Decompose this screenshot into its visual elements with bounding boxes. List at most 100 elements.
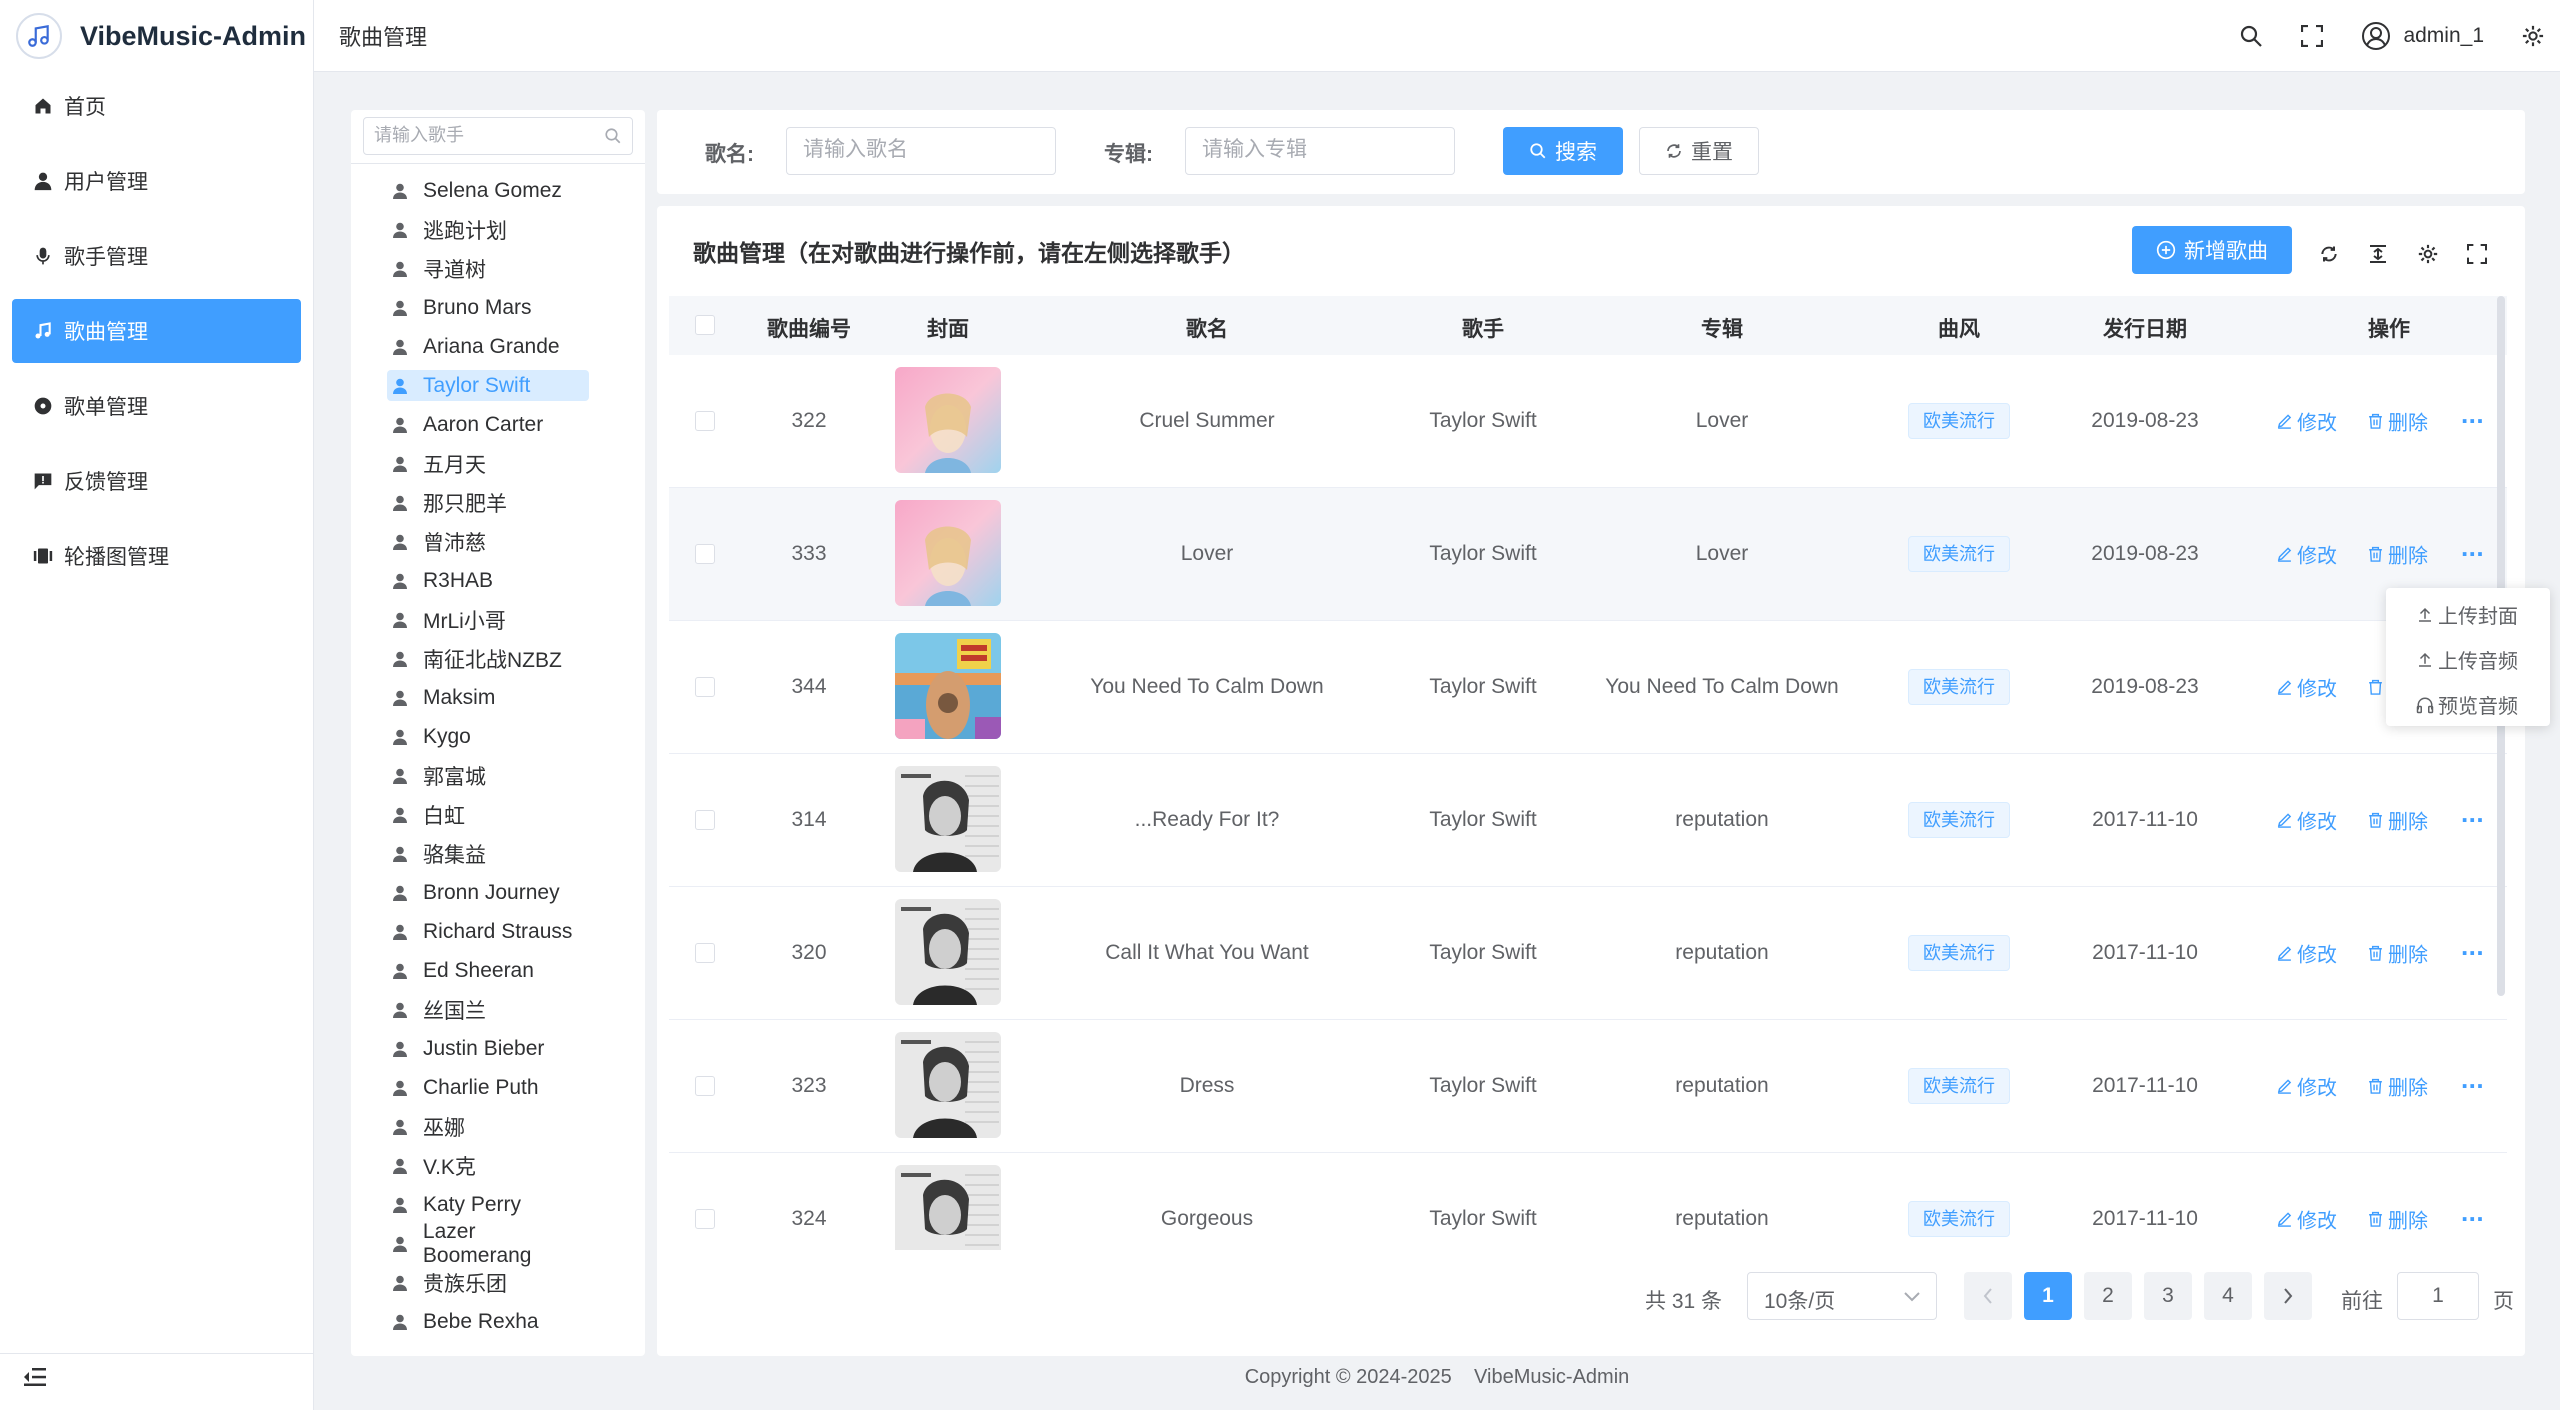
singer-item[interactable]: Justin Bieber	[387, 1029, 589, 1068]
edit-button[interactable]: 修改	[2276, 673, 2337, 702]
singer-item[interactable]: Taylor Swift	[387, 370, 589, 401]
table-row[interactable]: 314 ...Ready For It? Taylor Swift reputatio…	[669, 754, 2507, 887]
next-page-button[interactable]	[2264, 1272, 2312, 1320]
table-row[interactable]: 323 Dress Taylor Swift reputation 欧美流行 2017-1…	[669, 1020, 2507, 1153]
singer-search-box[interactable]	[363, 117, 633, 155]
search-icon[interactable]	[2239, 24, 2263, 48]
avatar-icon[interactable]	[2361, 21, 2391, 51]
singer-item[interactable]: Ariana Grande	[387, 327, 589, 366]
singer-item[interactable]: 寻道树	[387, 249, 589, 288]
edit-button[interactable]: 修改	[2276, 806, 2337, 835]
singer-item[interactable]: 郭富城	[387, 756, 589, 795]
column-header[interactable]: 专辑	[1701, 313, 1743, 343]
singer-item[interactable]: Selena Gomez	[387, 171, 589, 210]
table-row[interactable]: 344 You Need To Calm Down Taylor Swift You …	[669, 621, 2507, 754]
edit-button[interactable]: 修改	[2276, 407, 2337, 436]
song-name-input[interactable]	[803, 128, 1043, 172]
search-icon[interactable]	[604, 127, 622, 151]
singer-item[interactable]: MrLi小哥	[387, 600, 589, 639]
fullscreen-icon[interactable]	[2301, 25, 2324, 47]
more-actions-icon[interactable]: ···	[2461, 539, 2485, 570]
singer-item[interactable]: Charlie Puth	[387, 1068, 589, 1107]
search-button[interactable]: 搜索	[1503, 127, 1623, 175]
row-checkbox[interactable]	[695, 411, 715, 431]
singer-item[interactable]: Lazer Boomerang	[387, 1220, 589, 1267]
page-size-select[interactable]: 10条/页	[1747, 1272, 1937, 1320]
row-checkbox[interactable]	[695, 1076, 715, 1096]
singer-item[interactable]: 曾沛慈	[387, 522, 589, 561]
singer-item[interactable]: 骆集益	[387, 834, 589, 873]
singer-item[interactable]: V.K克	[387, 1146, 589, 1185]
table-row[interactable]: 322 Cruel Summer Taylor Swift Lover 欧美流行 2019…	[669, 355, 2507, 488]
singer-search-input[interactable]	[374, 118, 594, 152]
delete-button[interactable]: 删除	[2367, 1205, 2428, 1234]
row-checkbox[interactable]	[695, 544, 715, 564]
more-actions-icon[interactable]: ···	[2461, 406, 2485, 437]
refresh-icon[interactable]	[2314, 239, 2344, 269]
add-song-button[interactable]: 新增歌曲	[2132, 226, 2292, 274]
username[interactable]: admin_1	[2403, 24, 2484, 48]
column-header[interactable]: 操作	[2368, 313, 2410, 343]
upload-audio-item[interactable]: 上传音频	[2386, 637, 2550, 682]
table-row[interactable]: 320 Call It What You Want Taylor Swift repu…	[669, 887, 2507, 1020]
delete-button[interactable]: 删除	[2367, 1072, 2428, 1101]
singer-item[interactable]: Katy Perry	[387, 1185, 589, 1224]
singer-item[interactable]: 那只肥羊	[387, 483, 589, 522]
preview-audio-item[interactable]: 预览音频	[2386, 682, 2550, 727]
menu-item-feedback[interactable]: 反馈管理	[12, 449, 301, 513]
column-header[interactable]: 歌手	[1462, 313, 1504, 343]
settings-gear-icon[interactable]	[2413, 239, 2443, 269]
column-height-icon[interactable]	[2363, 239, 2393, 269]
album-input[interactable]	[1202, 128, 1442, 172]
singer-item[interactable]: R3HAB	[387, 561, 589, 600]
delete-button[interactable]: 删除	[2367, 939, 2428, 968]
menu-item-home[interactable]: 首页	[12, 74, 301, 138]
delete-button[interactable]: 删除	[2367, 806, 2428, 835]
column-header[interactable]: 歌曲编号	[767, 313, 851, 343]
singer-item[interactable]: Maksim	[387, 678, 589, 717]
delete-button[interactable]: 删除	[2367, 407, 2428, 436]
collapse-menu-icon[interactable]	[24, 1363, 46, 1394]
singer-item[interactable]: 丝国兰	[387, 990, 589, 1029]
singer-item[interactable]: Aaron Carter	[387, 405, 589, 444]
singer-item[interactable]: Bruno Mars	[387, 288, 589, 327]
page-button-3[interactable]: 3	[2144, 1272, 2192, 1320]
row-checkbox[interactable]	[695, 677, 715, 697]
goto-page-input[interactable]	[2398, 1273, 2478, 1319]
singer-item[interactable]: 逃跑计划	[387, 210, 589, 249]
menu-item-users[interactable]: 用户管理	[12, 149, 301, 213]
column-header[interactable]: 曲风	[1938, 313, 1980, 343]
page-button-2[interactable]: 2	[2084, 1272, 2132, 1320]
delete-button[interactable]	[2367, 679, 2388, 696]
singer-item[interactable]: 白虹	[387, 795, 589, 834]
singer-item[interactable]: 五月天	[387, 444, 589, 483]
table-row[interactable]: 333 Lover Taylor Swift Lover 欧美流行 2019-08-23 修…	[669, 488, 2507, 621]
row-checkbox[interactable]	[695, 943, 715, 963]
reset-button[interactable]: 重置	[1639, 127, 1759, 175]
singer-item[interactable]: 南征北战NZBZ	[387, 639, 589, 678]
edit-button[interactable]: 修改	[2276, 939, 2337, 968]
breadcrumb[interactable]: 歌曲管理	[339, 20, 427, 52]
delete-button[interactable]: 删除	[2367, 540, 2428, 569]
singer-item[interactable]: 贵族乐团	[387, 1263, 589, 1302]
menu-item-singers[interactable]: 歌手管理	[12, 224, 301, 288]
edit-button[interactable]: 修改	[2276, 1205, 2337, 1234]
table-row[interactable]: 324 Gorgeous Taylor Swift reputation 欧美流行 201…	[669, 1153, 2507, 1250]
page-button-4[interactable]: 4	[2204, 1272, 2252, 1320]
singer-item[interactable]: Bronn Journey	[387, 873, 589, 912]
prev-page-button[interactable]	[1964, 1272, 2012, 1320]
singer-item[interactable]: 巫娜	[387, 1107, 589, 1146]
select-all-checkbox[interactable]	[695, 315, 715, 335]
row-checkbox[interactable]	[695, 1209, 715, 1229]
settings-gear-icon[interactable]	[2522, 25, 2544, 47]
song-name-field[interactable]	[786, 127, 1056, 175]
edit-button[interactable]: 修改	[2276, 1072, 2337, 1101]
upload-cover-item[interactable]: 上传封面	[2386, 592, 2550, 637]
singer-item[interactable]: Richard Strauss	[387, 912, 589, 951]
menu-item-songs[interactable]: 歌曲管理	[12, 299, 301, 363]
singer-item[interactable]: Bebe Rexha	[387, 1302, 589, 1341]
column-header[interactable]: 封面	[927, 313, 969, 343]
goto-page-field[interactable]	[2397, 1272, 2479, 1320]
column-header[interactable]: 发行日期	[2103, 313, 2187, 343]
singer-item[interactable]: Kygo	[387, 717, 589, 756]
